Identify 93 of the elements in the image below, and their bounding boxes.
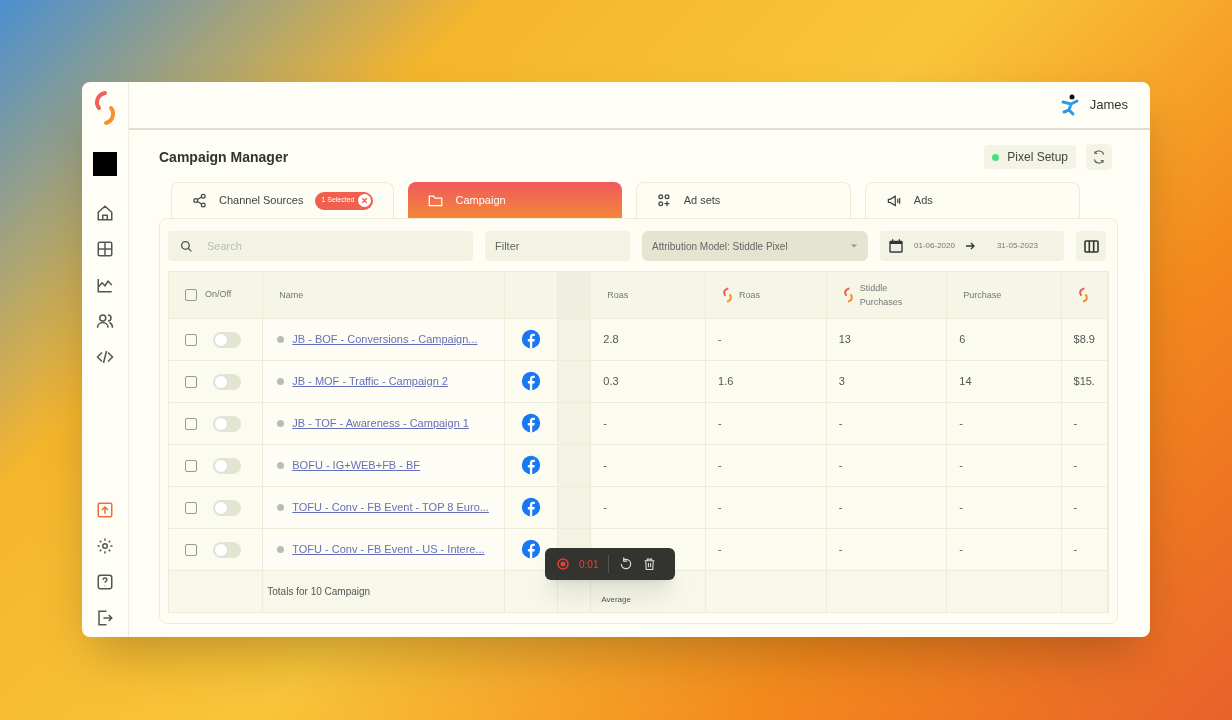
attribution-dropdown[interactable]: Attribution Model: Stiddle Pixel (642, 231, 868, 261)
filter-field[interactable]: Filter (485, 231, 630, 261)
close-icon[interactable] (358, 194, 372, 207)
toggle-switch[interactable] (213, 457, 241, 474)
table-cell: - (603, 458, 607, 471)
table-cell: 0.3 (603, 374, 619, 387)
column-header[interactable]: Purchase (963, 287, 1034, 302)
dashboard-icon[interactable] (96, 240, 114, 258)
table-cell: - (838, 542, 843, 555)
settings-icon[interactable] (96, 537, 114, 555)
table-cell: - (718, 500, 722, 513)
date-range-picker[interactable]: 01-06-2020 31-05-2023 (880, 231, 1064, 261)
column-header[interactable]: On/Off (205, 288, 232, 302)
folder-icon (428, 192, 444, 208)
help-icon[interactable] (96, 573, 114, 591)
facebook-icon (520, 371, 541, 391)
checkbox[interactable] (185, 417, 197, 430)
columns-icon (1083, 239, 1099, 253)
shapes-icon (656, 193, 672, 208)
toggle-switch[interactable] (213, 331, 241, 348)
upload-icon[interactable] (96, 501, 114, 519)
table-cell: - (1073, 500, 1078, 513)
table-cell: - (718, 416, 722, 429)
table-cell: - (838, 500, 843, 513)
facebook-icon (520, 539, 541, 559)
table-cell: - (959, 416, 963, 429)
facebook-icon (520, 497, 541, 517)
table-cell: - (959, 458, 963, 471)
trash-icon[interactable] (643, 557, 657, 571)
checkbox[interactable] (185, 333, 197, 346)
average-label: Average (601, 595, 631, 604)
facebook-icon (520, 413, 541, 433)
column-header[interactable]: Name (279, 287, 350, 302)
table-cell: $15. (1073, 374, 1095, 387)
arrow-right-icon (964, 241, 975, 251)
logout-icon[interactable] (96, 609, 114, 627)
search-icon (180, 239, 193, 253)
column-header[interactable]: Roas (739, 287, 810, 302)
calendar-icon (888, 238, 904, 254)
table-cell: - (603, 416, 607, 429)
table-cell: - (1073, 458, 1078, 471)
toggle-switch[interactable] (213, 541, 241, 558)
megaphone-icon (885, 193, 902, 208)
user-name[interactable]: James (1089, 95, 1128, 115)
table-cell: - (603, 500, 607, 513)
recording-time: 0:01 (579, 557, 599, 572)
share-icon (192, 193, 207, 208)
columns-button[interactable] (1076, 231, 1106, 261)
totals-label: Totals for 10 Campaign (267, 585, 371, 597)
tab[interactable]: Ad sets (635, 182, 851, 218)
pixel-setup-button[interactable]: Pixel Setup (984, 145, 1076, 169)
table-cell: - (718, 542, 722, 555)
table-cell: 13 (838, 332, 851, 345)
table-cell: $8.9 (1073, 332, 1095, 345)
checkbox[interactable] (185, 459, 197, 472)
table-cell: - (1073, 416, 1078, 429)
home-icon[interactable] (96, 204, 114, 222)
toggle-switch[interactable] (213, 415, 241, 432)
toggle-switch[interactable] (213, 373, 241, 390)
record-icon[interactable] (557, 558, 569, 570)
tab[interactable]: Ads (864, 182, 1080, 218)
table-cell: - (718, 332, 722, 345)
users-icon[interactable] (96, 312, 114, 330)
facebook-icon (520, 455, 541, 475)
refresh-button[interactable] (1086, 144, 1112, 170)
table-cell: - (1073, 542, 1078, 555)
checkbox[interactable] (185, 501, 197, 514)
table-cell: 3 (838, 374, 845, 387)
column-header[interactable]: Roas (607, 287, 678, 302)
column-header[interactable]: Stiddle Purchases (859, 280, 930, 309)
code-icon[interactable] (96, 348, 114, 366)
table-cell: - (959, 500, 963, 513)
page-title: Campaign Manager (159, 147, 289, 167)
tab[interactable]: Campaign (408, 182, 622, 218)
table-cell: - (838, 458, 843, 471)
table-cell: 14 (959, 374, 972, 387)
table-cell: 6 (959, 332, 966, 345)
user-avatar-icon[interactable] (1059, 93, 1080, 117)
caret-icon (850, 242, 858, 250)
restart-icon[interactable] (619, 557, 634, 571)
app-logo-icon[interactable] (92, 90, 118, 126)
chart-icon[interactable] (96, 276, 114, 294)
table-cell: - (718, 458, 722, 471)
select-all-checkbox[interactable] (185, 288, 197, 301)
toggle-switch[interactable] (213, 499, 241, 516)
table-cell: - (959, 542, 963, 555)
checkbox[interactable] (185, 375, 197, 388)
table-cell: 2.8 (603, 332, 619, 345)
table-cell: - (838, 416, 843, 429)
checkbox[interactable] (185, 543, 197, 556)
facebook-icon (520, 329, 541, 349)
refresh-icon (1092, 150, 1106, 164)
table-cell: 1.6 (718, 374, 734, 387)
